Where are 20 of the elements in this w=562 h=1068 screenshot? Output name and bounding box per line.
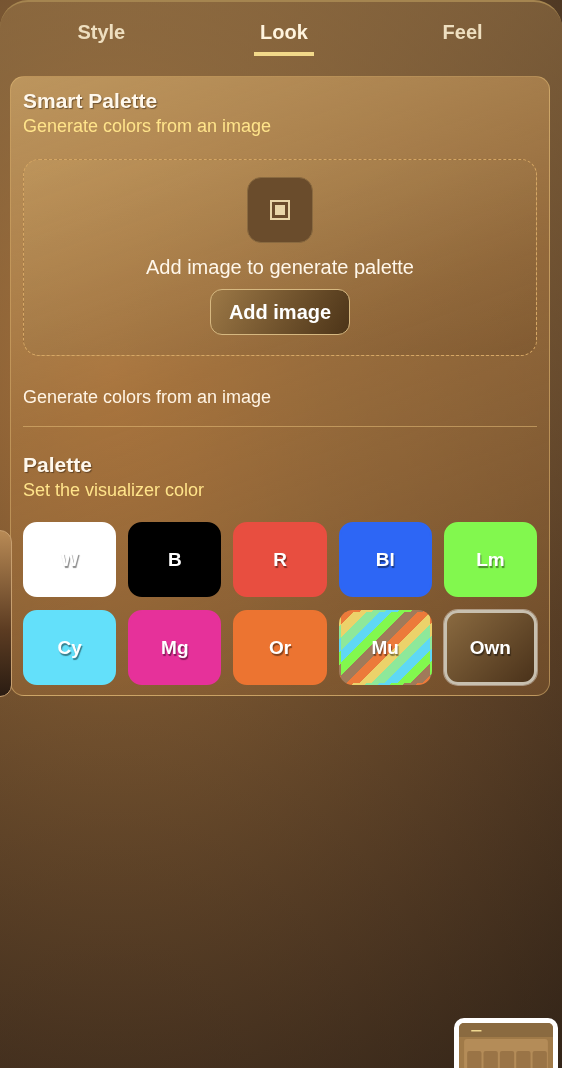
image-icon xyxy=(247,177,313,243)
section-title: Smart Palette xyxy=(23,89,159,113)
section-subtitle: Generate colors from an image xyxy=(23,116,273,137)
color-swatch[interactable]: Bl xyxy=(338,522,432,597)
add-image-button[interactable]: Add image xyxy=(209,289,351,335)
color-swatch[interactable]: B xyxy=(128,522,222,597)
drop-zone-label: Add image to generate palette xyxy=(146,256,414,279)
section-title: Palette xyxy=(23,453,93,477)
helper-text: Generate colors from an image xyxy=(23,387,273,408)
color-swatch[interactable]: Mg xyxy=(128,610,222,685)
section-subtitle: Set the visualizer color xyxy=(23,480,206,501)
image-drop-zone[interactable]: Add image to generate palette Add image xyxy=(23,159,537,356)
color-swatch[interactable]: W xyxy=(23,522,117,597)
color-swatch[interactable]: Mu xyxy=(338,610,432,685)
color-swatch[interactable]: Or xyxy=(233,610,327,685)
color-swatch[interactable]: R xyxy=(233,522,327,597)
color-swatch[interactable]: Own xyxy=(443,610,537,685)
tab[interactable]: Feel xyxy=(436,18,489,56)
tab[interactable]: Style xyxy=(71,18,132,56)
tab[interactable]: Look xyxy=(254,18,314,56)
